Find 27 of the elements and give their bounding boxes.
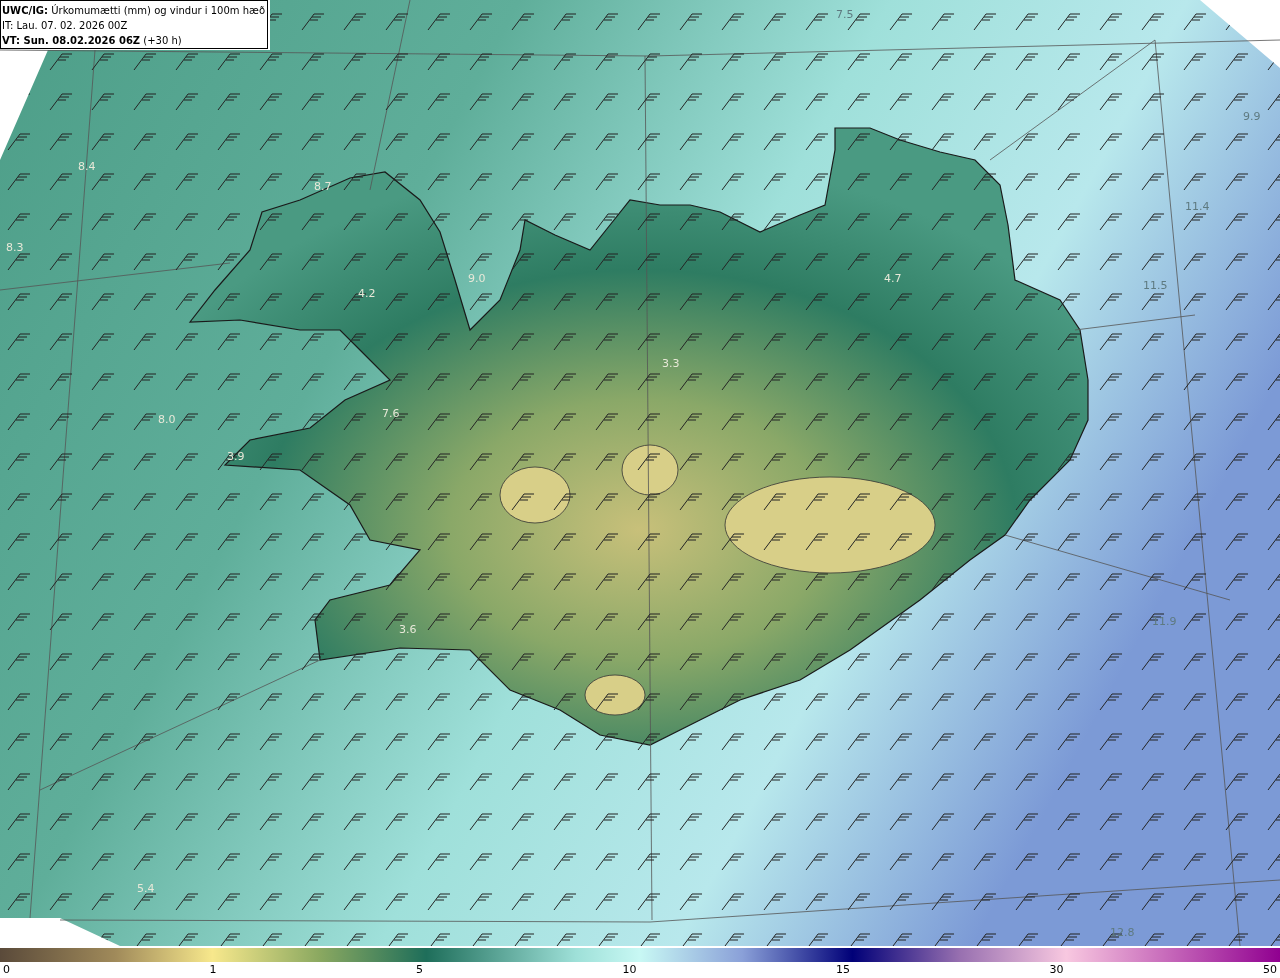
value-label: 12.8 (1110, 926, 1135, 939)
value-label: 3.3 (662, 357, 680, 370)
value-label: 9.0 (468, 272, 486, 285)
value-label: 7.5 (836, 8, 854, 21)
value-label: 7.6 (382, 407, 400, 420)
value-label: 8.0 (158, 413, 176, 426)
value-label: 8.4 (78, 160, 96, 173)
initial-time: IT: Lau. 07. 02. 2026 00Z (2, 19, 129, 33)
map-title: UWC/IG: Úrkomumætti (mm) og vindur i 100m hæð (2, 3, 267, 18)
value-label: 11.5 (1143, 279, 1168, 292)
value-label: 4.2 (358, 287, 376, 300)
value-label: 8.7 (314, 180, 332, 193)
value-label: 11.4 (1185, 200, 1210, 213)
valid-time: VT: Sun. 08.02.2026 06Z (+30 h) (2, 34, 183, 48)
scale-tick-label: 5 (416, 963, 423, 977)
value-label: 8.3 (6, 241, 24, 254)
scale-tick-label: 0 (3, 963, 10, 977)
value-label: 9.9 (1243, 110, 1261, 123)
scale-tick-label: 1 (209, 963, 217, 977)
scale-tick-label: 15 (836, 963, 850, 977)
value-label: 4.7 (884, 272, 902, 285)
scale-tick-label: 10 (622, 963, 637, 977)
value-label: 5.4 (137, 882, 155, 895)
value-label: 3.9 (227, 450, 245, 463)
scale-tick-label: 30 (1049, 963, 1064, 977)
value-label: 3.6 (399, 623, 417, 636)
scale-tick-label: 50 (1263, 963, 1277, 977)
